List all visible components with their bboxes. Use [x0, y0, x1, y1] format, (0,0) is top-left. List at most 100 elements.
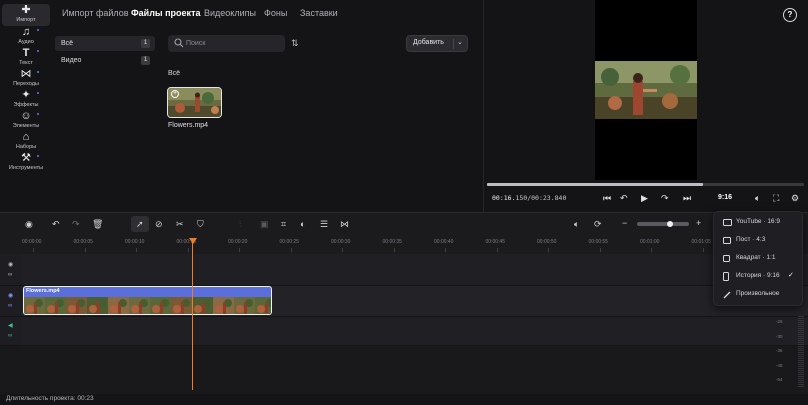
ruler-tick: 00:00:30 [331, 239, 351, 245]
menu-item-label: Произвольное [736, 290, 780, 297]
playhead-handle[interactable] [189, 238, 197, 244]
color-icon[interactable]: ◐ [300, 219, 305, 229]
track-gutter: ◉ ∞ [0, 254, 22, 285]
audio-wave-icon[interactable]: ⫶ [239, 219, 241, 230]
menu-item-square[interactable]: Квадрат · 1:1 [714, 250, 804, 267]
ruler-tick: 00:01:05 [691, 239, 711, 245]
tools-icon: ⚒ [21, 152, 31, 164]
media-name: Flowers.mp4 [168, 122, 209, 129]
zoom-slider-knob[interactable] [667, 221, 673, 227]
transition-icon[interactable]: ⋈ [340, 219, 349, 230]
text-icon: T [22, 47, 30, 59]
aspect-ratio-button[interactable]: 9:16 [718, 194, 732, 201]
volume-track-icon[interactable]: 🔈︎ [574, 219, 579, 230]
search-icon [174, 38, 184, 48]
chevron-down-icon[interactable]: ⌄ [457, 38, 463, 46]
playback-progress[interactable] [487, 183, 804, 186]
help-icon[interactable]: ? [783, 8, 797, 22]
rail-item-audio[interactable]: ♫ Аудио [2, 26, 50, 48]
tab-project-files[interactable]: Файлы проекта [131, 8, 200, 18]
link-icon[interactable]: ∞ [8, 272, 12, 278]
progress-fill [487, 183, 703, 186]
ruler-tick: 00:00:05 [73, 239, 93, 245]
search-input[interactable] [186, 37, 280, 50]
rail-item-elements[interactable]: ☺ Элементы [2, 110, 50, 132]
link-icon[interactable]: ∞ [8, 333, 12, 339]
track-empty-2 [0, 346, 808, 394]
current-time: 00:16. [492, 194, 516, 202]
media-tabs: Импорт файлов Файлы проекта Видеоклипы Ф… [52, 0, 482, 26]
ruler-tick: 00:00:50 [537, 239, 557, 245]
eye-icon[interactable]: ◉ [8, 292, 13, 299]
freeze-frame-icon[interactable]: ▣ [260, 219, 269, 230]
tab-video-clips[interactable]: Видеоклипы [204, 8, 256, 18]
rewind-icon[interactable]: ↶ [620, 193, 628, 204]
forward-icon[interactable]: ↷ [661, 193, 669, 204]
add-button[interactable]: Добавить ⌄ [406, 35, 468, 52]
ruler-tick: 00:00:00 [22, 239, 42, 245]
meter-label: -36 [776, 348, 783, 353]
volume-icon[interactable]: 🔈︎ [755, 193, 760, 204]
trash-icon[interactable]: 🗑︎ [92, 219, 103, 230]
rail-label: Переходы [13, 81, 39, 87]
rail-item-transitions[interactable]: ⋈ Переходы [2, 68, 50, 90]
check-icon: ✓ [788, 272, 794, 279]
cursor-icon[interactable]: ➚ [136, 219, 144, 230]
add-to-timeline-icon[interactable]: + [171, 90, 179, 98]
undo-icon[interactable]: ↶ [52, 219, 60, 230]
record-icon[interactable]: ◉ [25, 219, 33, 230]
scissors-icon[interactable]: ✂ [176, 219, 184, 230]
clip-name: Flowers.mp4 [26, 288, 60, 294]
snap-icon[interactable]: ⟳ [594, 219, 602, 230]
adjust-icon[interactable]: ☰ [320, 219, 328, 230]
zoom-out-icon[interactable]: − [622, 218, 627, 228]
rail-item-sets[interactable]: ⌂ Наборы [2, 131, 50, 153]
square-icon [723, 255, 730, 262]
rail-item-import[interactable]: ✚ Импорт [2, 4, 50, 26]
menu-item-label: Пост · 4:3 [736, 236, 766, 243]
time-ruler[interactable]: 00:00:00 00:00:05 00:00:10 00:00:15 00:00:20… [0, 236, 808, 254]
rail-label: Импорт [16, 17, 36, 23]
elements-icon: ☺ [20, 110, 32, 122]
clip-filmstrip [24, 297, 271, 314]
zoom-in-icon[interactable]: + [696, 218, 701, 228]
folder-list: Всё 1 Видео 1 [55, 36, 155, 70]
disable-icon[interactable]: ⊘ [155, 219, 163, 230]
media-thumbnail[interactable]: + [167, 87, 222, 118]
crop-icon[interactable]: ⌗ [281, 219, 286, 230]
fullscreen-icon[interactable]: ⛶ [773, 193, 779, 204]
link-icon[interactable]: ∞ [8, 303, 12, 309]
sort-icon[interactable]: ⇅ [291, 38, 299, 49]
redo-icon[interactable]: ↷ [72, 219, 80, 230]
audio-meter [798, 316, 804, 387]
gear-icon[interactable]: ⚙ [791, 193, 799, 204]
menu-item-custom[interactable]: Произвольное [714, 286, 804, 303]
folder-count: 1 [141, 39, 150, 48]
tab-import-files[interactable]: Импорт файлов [62, 8, 129, 18]
tab-intros[interactable]: Заставки [300, 8, 338, 18]
rail-item-tools[interactable]: ⚒ Инструменты [2, 152, 50, 174]
audio-track-icon[interactable]: ◀︎ [8, 322, 13, 329]
eye-icon[interactable]: ◉ [8, 261, 13, 268]
tab-backgrounds[interactable]: Фоны [264, 8, 287, 18]
pencil-icon [723, 291, 731, 299]
folder-video[interactable]: Видео 1 [55, 53, 155, 68]
zoom-slider[interactable] [637, 222, 689, 226]
folder-count: 1 [141, 56, 150, 65]
rail-item-text[interactable]: T Текст [2, 47, 50, 69]
menu-item-post[interactable]: Пост · 4:3 [714, 232, 804, 249]
skip-back-icon[interactable]: ⏮ [603, 193, 611, 204]
menu-item-label: YouTube · 16:9 [736, 218, 780, 225]
folder-label: Видео [61, 57, 82, 64]
shield-icon[interactable]: ⛉ [197, 219, 204, 230]
section-title: Всё [168, 70, 181, 77]
playhead[interactable] [192, 238, 193, 390]
rail-item-effects[interactable]: ✦ Эффекты [2, 89, 50, 111]
skip-forward-icon[interactable]: ⏭ [683, 193, 691, 204]
menu-item-youtube[interactable]: YouTube · 16:9 [714, 214, 804, 231]
menu-item-story[interactable]: История · 9:16 ✓ [714, 268, 804, 285]
play-icon[interactable]: ▶ [641, 193, 648, 204]
folder-all[interactable]: Всё 1 [55, 36, 155, 51]
timeline-clip[interactable]: Flowers.mp4 [23, 286, 272, 315]
track-gutter: ◀︎ ∞ [0, 317, 22, 345]
